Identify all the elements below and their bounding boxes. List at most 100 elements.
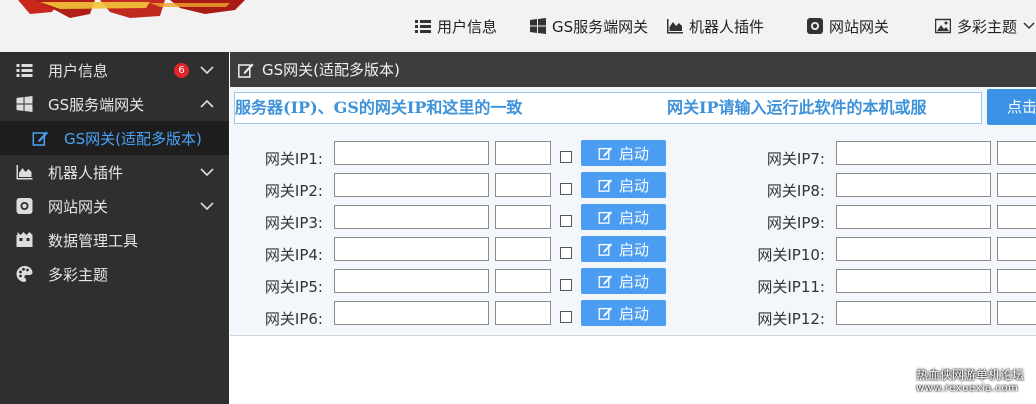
sidebar-subitem-gs-gateway-multi[interactable]: GS网关(适配多版本): [0, 121, 229, 155]
marquee-text-2: 网关IP请输入运行此软件的本机或服: [667, 98, 927, 117]
gateway-ip-input[interactable]: [836, 173, 991, 197]
start-button-label: 启动: [618, 304, 649, 323]
windows-icon: [16, 96, 33, 112]
gateway-enable-checkbox[interactable]: [560, 151, 572, 163]
gateway-enable-checkbox[interactable]: [560, 247, 572, 259]
gateway-port-input[interactable]: [997, 301, 1036, 325]
gateway-port-input[interactable]: [495, 173, 551, 197]
gateway-ip-input[interactable]: [836, 269, 991, 293]
sidebar-item-user-info[interactable]: 用户信息 6: [0, 53, 229, 87]
gateway-port-input[interactable]: [495, 141, 551, 165]
start-button[interactable]: 启动: [581, 300, 666, 326]
gateway-ip-input[interactable]: [334, 301, 489, 325]
sidebar-item-label: 用户信息: [48, 61, 109, 80]
start-button-label: 启动: [618, 208, 649, 227]
gateway-enable-checkbox[interactable]: [560, 215, 572, 227]
gateway-enable-checkbox[interactable]: [560, 279, 572, 291]
gateway-port-input[interactable]: [495, 301, 551, 325]
camera-icon: [16, 198, 33, 214]
logo: [0, 0, 250, 22]
sidebar: 用户信息 6 GS服务端网关 GS网关(适配多版本) 机器人插件 网站网关 数据…: [0, 52, 229, 404]
gateway-ip-input[interactable]: [334, 141, 489, 165]
sidebar-item-site-gateway[interactable]: 网站网关: [0, 189, 229, 223]
gateway-ip-input[interactable]: [836, 301, 991, 325]
sidebar-item-label: GS网关(适配多版本): [64, 129, 202, 148]
edit-icon: [598, 275, 613, 288]
gateway-ip-label: 网关IP6:: [264, 310, 323, 328]
watermark-line-2: www.rexuexia.com: [916, 383, 1019, 394]
topnav-site-gateway[interactable]: 网站网关: [807, 0, 889, 52]
panel-title: GS网关(适配多版本): [262, 61, 400, 79]
topnav-robot-plugin-label: 机器人插件: [689, 17, 765, 36]
gateway-ip-input[interactable]: [334, 173, 489, 197]
start-button[interactable]: 启动: [581, 140, 666, 166]
chevron-down-icon: [200, 202, 214, 211]
gateway-ip-input[interactable]: [334, 237, 489, 261]
gateway-ip-input[interactable]: [334, 269, 489, 293]
gateway-ip-input[interactable]: [836, 141, 991, 165]
topnav-user-info[interactable]: 用户信息: [415, 0, 497, 52]
gateway-ip-label: 网关IP11:: [757, 278, 825, 296]
topnav-robot-plugin[interactable]: 机器人插件: [667, 0, 764, 52]
start-button-label: 启动: [618, 272, 649, 291]
area-chart-icon: [16, 165, 33, 180]
click-button[interactable]: 点击: [987, 89, 1036, 125]
start-button-label: 启动: [618, 240, 649, 259]
sidebar-item-label: 网站网关: [48, 197, 109, 216]
topnav-site-gateway-label: 网站网关: [829, 17, 890, 36]
panel-header: GS网关(适配多版本): [230, 52, 1036, 87]
gateway-enable-checkbox[interactable]: [560, 183, 572, 195]
sidebar-item-color-theme[interactable]: 多彩主题: [0, 257, 229, 291]
topnav-user-info-label: 用户信息: [437, 17, 498, 36]
gateway-panel: GS网关(适配多版本) 服务器(IP)、GS的网关IP和这里的一致 网关IP请输…: [230, 52, 1036, 336]
gateway-ip-input[interactable]: [836, 205, 991, 229]
marquee-text-1: 服务器(IP)、GS的网关IP和这里的一致: [235, 98, 523, 117]
gateway-enable-checkbox[interactable]: [560, 311, 572, 323]
start-button[interactable]: 启动: [581, 236, 666, 262]
palette-icon: [16, 266, 33, 282]
gateway-ip-input[interactable]: [334, 205, 489, 229]
gateway-port-input[interactable]: [997, 141, 1036, 165]
sidebar-item-robot-plugin[interactable]: 机器人插件: [0, 155, 229, 189]
gateway-port-input[interactable]: [997, 269, 1036, 293]
gateway-ip-label: 网关IP9:: [766, 214, 825, 232]
list-icon: [16, 64, 33, 77]
gateway-ip-label: 网关IP1:: [264, 150, 323, 168]
gateway-port-input[interactable]: [495, 205, 551, 229]
edit-icon: [598, 211, 613, 224]
chevron-down-icon: [1023, 22, 1035, 30]
gateway-ip-input[interactable]: [836, 237, 991, 261]
sidebar-item-label: 数据管理工具: [48, 231, 139, 250]
edit-icon: [598, 179, 613, 192]
gateway-ip-label: 网关IP5:: [264, 278, 323, 296]
sidebar-item-data-tool[interactable]: 数据管理工具: [0, 223, 229, 257]
start-button[interactable]: 启动: [581, 172, 666, 198]
list-icon: [415, 20, 431, 33]
sidebar-item-label: 机器人插件: [48, 163, 124, 182]
chevron-up-icon: [200, 99, 214, 108]
edit-icon: [598, 307, 613, 320]
chevron-down-icon: [200, 168, 214, 177]
gateway-ip-label: 网关IP8:: [766, 182, 825, 200]
gateway-port-input[interactable]: [997, 205, 1036, 229]
gateway-ip-label: 网关IP12:: [757, 310, 825, 328]
edit-icon: [598, 243, 613, 256]
start-button[interactable]: 启动: [581, 204, 666, 230]
sidebar-item-gs-gateway[interactable]: GS服务端网关: [0, 87, 229, 121]
topnav-gs-gateway[interactable]: GS服务端网关: [530, 0, 648, 52]
topnav-color-theme[interactable]: 多彩主题: [935, 0, 1035, 52]
gateway-ip-label: 网关IP2:: [264, 182, 323, 200]
notice-marquee: 服务器(IP)、GS的网关IP和这里的一致 网关IP请输入运行此软件的本机或服: [234, 92, 982, 124]
watermark: 热血侠网游单机论坛 www.rexuexia.com: [916, 368, 1024, 396]
gateway-port-input[interactable]: [997, 173, 1036, 197]
area-chart-icon: [667, 19, 683, 34]
start-button[interactable]: 启动: [581, 268, 666, 294]
edit-icon: [238, 63, 254, 78]
gateway-ip-label: 网关IP4:: [264, 246, 323, 264]
gateway-port-input[interactable]: [495, 237, 551, 261]
film-icon: [16, 232, 33, 247]
gateway-port-input[interactable]: [997, 237, 1036, 261]
start-button-label: 启动: [618, 144, 649, 163]
gateway-ip-label: 网关IP10:: [757, 246, 825, 264]
gateway-port-input[interactable]: [495, 269, 551, 293]
